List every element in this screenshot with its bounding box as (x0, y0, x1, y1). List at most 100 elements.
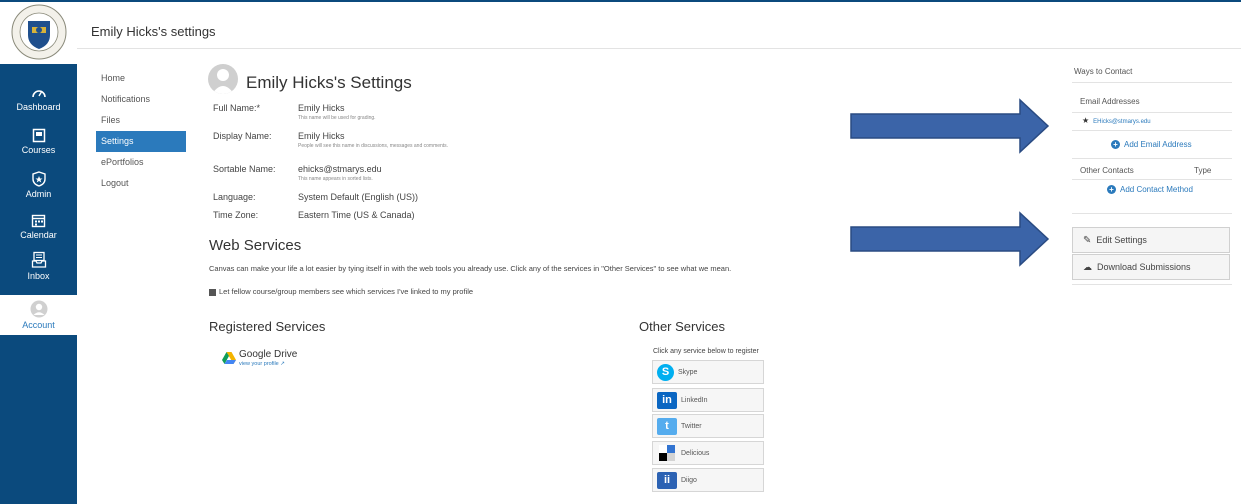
linkedin-service-button[interactable]: in LinkedIn (652, 388, 764, 412)
subnav-notifications[interactable]: Notifications (96, 89, 186, 110)
external-link-icon: ↗ (280, 361, 285, 367)
sidebar-divider (1072, 179, 1232, 180)
share-services-checkbox-row[interactable]: Let fellow course/group members see whic… (209, 287, 473, 296)
delicious-service-button[interactable]: Delicious (652, 441, 764, 465)
view-profile-label: view your profile (239, 361, 279, 367)
twitter-service-button[interactable]: t Twitter (652, 414, 764, 438)
web-services-heading: Web Services (209, 237, 302, 254)
email-address-link[interactable]: EHicks@stmarys.edu (1093, 119, 1150, 125)
service-label: LinkedIn (681, 396, 708, 404)
web-services-description: Canvas can make your life a lot easier b… (209, 264, 732, 273)
google-drive-label: Google Drive (239, 349, 298, 360)
skype-service-button[interactable]: S Skype (652, 360, 764, 384)
share-services-label: Let fellow course/group members see whic… (219, 287, 474, 296)
add-email-label: Add Email Address (1124, 140, 1192, 149)
default-star-icon: ★ (1082, 116, 1090, 125)
sortable-name-hint: This name appears in sorted lists. (298, 176, 373, 182)
sidebar-divider (1072, 130, 1232, 131)
diigo-icon: ii (657, 471, 677, 489)
ways-to-contact-heading: Ways to Contact (1074, 67, 1133, 76)
header-divider (77, 48, 1241, 49)
other-services-heading: Other Services (639, 319, 725, 334)
email-address-row[interactable]: ★ EHicks@stmarys.edu (1082, 116, 1151, 125)
sidebar-divider (1072, 284, 1232, 285)
university-logo[interactable] (0, 0, 77, 64)
download-label: Download Submissions (1097, 262, 1191, 272)
nav-account[interactable]: Account (0, 295, 77, 335)
view-profile-link[interactable]: view your profile ↗ (239, 361, 285, 367)
nav-label: Courses (21, 145, 56, 155)
seal-icon (11, 4, 66, 60)
registered-services-heading: Registered Services (209, 319, 326, 334)
add-contact-method-link[interactable]: + Add Contact Method (1107, 185, 1193, 194)
nav-courses[interactable]: Courses (0, 128, 77, 155)
nav-label: Inbox (27, 271, 50, 281)
breadcrumb[interactable]: Emily Hicks's settings (91, 24, 216, 39)
plus-circle-icon: + (1107, 185, 1116, 194)
skype-icon: S (657, 363, 674, 381)
page-title: Emily Hicks's Settings (246, 73, 412, 92)
download-submissions-button[interactable]: ☁ Download Submissions (1072, 254, 1230, 280)
edit-settings-label: Edit Settings (1096, 235, 1147, 245)
sidebar-divider (1072, 158, 1232, 159)
diigo-service-button[interactable]: ii Diigo (652, 468, 764, 492)
subnav-eportfolios[interactable]: ePortfolios (96, 152, 186, 173)
delicious-icon (657, 445, 677, 462)
annotation-arrow-icon (850, 211, 1050, 267)
courses-icon (32, 128, 45, 143)
user-avatar-icon (212, 69, 234, 94)
sidebar-divider (1072, 82, 1232, 83)
subnav-files[interactable]: Files (96, 110, 186, 131)
add-email-address-link[interactable]: + Add Email Address (1111, 140, 1192, 149)
share-services-checkbox[interactable] (209, 288, 216, 296)
dashboard-icon (31, 90, 46, 98)
service-label: Skype (678, 368, 698, 376)
nav-admin[interactable]: Admin (0, 171, 77, 199)
nav-label: Account (22, 320, 55, 330)
language-label: Language: (213, 192, 256, 202)
language-value: System Default (English (US)) (298, 192, 419, 202)
avatar[interactable] (208, 64, 238, 94)
timezone-label: Time Zone: (213, 210, 259, 220)
sortable-name-label: Sortable Name: (213, 164, 276, 174)
admin-icon (31, 171, 46, 187)
twitter-icon: t (657, 417, 677, 435)
nav-label: Dashboard (16, 102, 61, 112)
annotation-arrow-icon (850, 98, 1050, 154)
nav-label: Admin (25, 189, 52, 199)
full-name-value: Emily Hicks (298, 103, 345, 113)
nav-inbox[interactable]: Inbox (0, 251, 77, 281)
other-contacts-heading: Other Contacts (1080, 166, 1134, 175)
service-label: Twitter (681, 422, 702, 430)
full-name-label: Full Name:* (213, 103, 261, 113)
plus-circle-icon: + (1111, 140, 1120, 149)
subnav-home[interactable]: Home (96, 68, 186, 89)
linkedin-icon: in (657, 391, 677, 409)
nav-label: Calendar (20, 230, 57, 240)
other-services-hint: Click any service below to register (653, 348, 759, 355)
subnav-logout[interactable]: Logout (96, 173, 186, 194)
nav-dashboard[interactable]: Dashboard (0, 86, 77, 112)
type-column-heading: Type (1194, 166, 1212, 175)
nav-calendar[interactable]: Calendar (0, 213, 77, 240)
google-drive-icon (222, 352, 236, 364)
display-name-hint: People will see this name in discussions… (298, 143, 449, 149)
subnav-settings[interactable]: Settings (96, 131, 186, 152)
inbox-icon (31, 251, 46, 268)
timezone-value: Eastern Time (US & Canada) (298, 210, 415, 220)
edit-settings-button[interactable]: ✎ Edit Settings (1072, 227, 1230, 253)
pencil-icon: ✎ (1083, 234, 1092, 246)
sidebar-divider (1072, 213, 1232, 214)
account-icon (30, 300, 47, 318)
page-header: Emily Hicks's settings (77, 0, 1241, 49)
global-nav: Dashboard Courses Admin Calendar Inbox A… (0, 0, 77, 504)
full-name-hint: This name will be used for grading. (298, 115, 376, 121)
display-name-value: Emily Hicks (298, 131, 345, 141)
service-label: Delicious (681, 449, 710, 457)
account-subnav: Home Notifications Files Settings ePortf… (96, 68, 186, 194)
add-contact-label: Add Contact Method (1120, 185, 1193, 194)
email-addresses-heading: Email Addresses (1080, 97, 1140, 106)
display-name-label: Display Name: (213, 131, 272, 141)
sortable-name-value: ehicks@stmarys.edu (298, 164, 382, 174)
cloud-download-icon: ☁ (1083, 261, 1092, 272)
